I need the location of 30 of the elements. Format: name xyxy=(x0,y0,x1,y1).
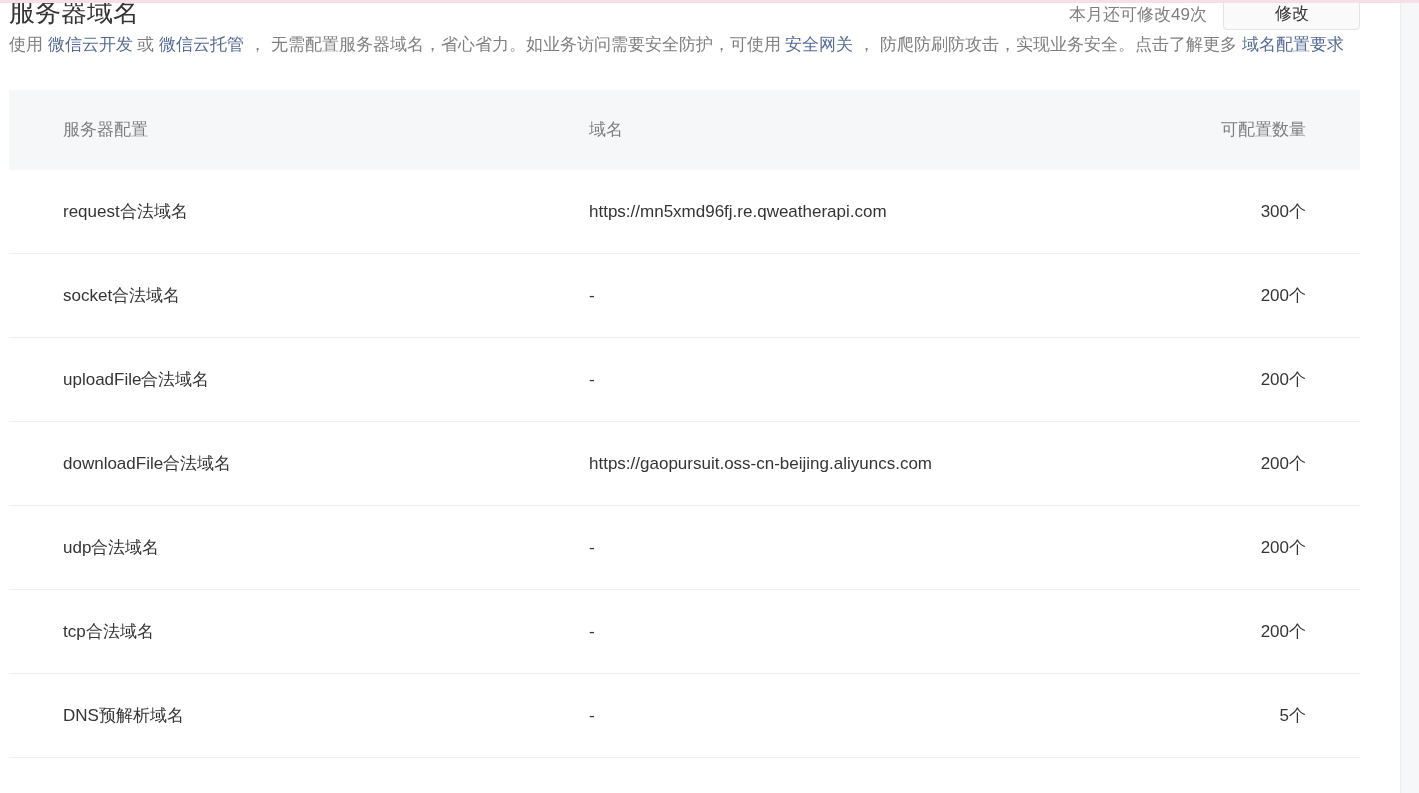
link[interactable]: 微信云托管 xyxy=(159,35,245,54)
link[interactable]: 域名配置要求 xyxy=(1241,35,1344,54)
table-cell-text: socket合法域名 xyxy=(63,284,181,307)
table-cell-text: DNS预解析域名 xyxy=(63,704,184,727)
table-cell-text: - xyxy=(589,536,595,559)
table-cell-text: 300个 xyxy=(1260,200,1306,223)
description-text: 使用 微信云开发 或 微信云托管 ， 无需配置服务器域名，省心省力。如业务访问需要安全防护，可使用 安全网关 ， 防爬防刷防攻击，实现业务安全。点击了解更多 域名配置要求 xyxy=(9,34,1345,56)
table-cell-text: tcp合法域名 xyxy=(63,620,154,643)
table-cell-text: 200个 xyxy=(1260,368,1306,391)
table-cell-text: - xyxy=(589,368,595,391)
table-cell-text: - xyxy=(589,284,595,307)
table-cell-text: https://mn5xmd96fj.re.qweatherapi.com xyxy=(589,200,887,223)
link[interactable]: 安全网关 xyxy=(785,35,854,54)
remaining-edits-text: 本月还可修改49次 xyxy=(1069,4,1207,26)
table-cell-text: https://gaopursuit.oss-cn-beijing.aliyuncs.com xyxy=(589,452,932,475)
table-cell-text: - xyxy=(589,620,595,643)
table-cell-text: request合法域名 xyxy=(63,200,188,223)
column-header: 可配置数量 xyxy=(1221,119,1306,142)
table-cell-text: 200个 xyxy=(1260,452,1306,475)
link[interactable]: 微信云开发 xyxy=(47,35,133,54)
table-cell-text: downloadFile合法域名 xyxy=(63,452,232,475)
table-cell-text: 200个 xyxy=(1260,284,1306,307)
table-cell-text: udp合法域名 xyxy=(63,536,160,559)
column-header: 服务器配置 xyxy=(63,119,148,142)
table-cell-text: uploadFile合法域名 xyxy=(63,368,210,391)
table-cell-text: - xyxy=(589,704,595,727)
table-cell-text: 5个 xyxy=(1279,704,1306,727)
table-cell-text: 200个 xyxy=(1260,536,1306,559)
table-cell-text: 200个 xyxy=(1260,620,1306,643)
column-header: 域名 xyxy=(589,119,623,142)
